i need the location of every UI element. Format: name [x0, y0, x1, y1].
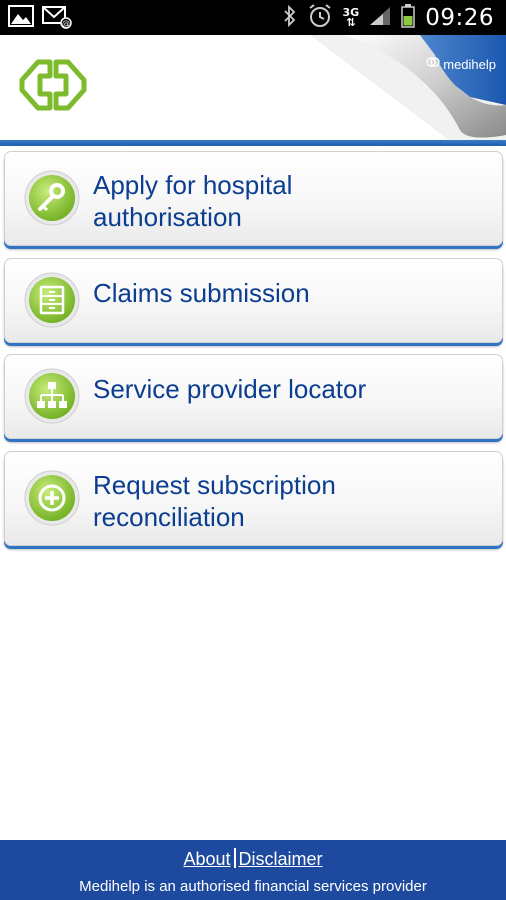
clock: 09:26: [425, 5, 494, 31]
email-icon: @: [42, 5, 72, 34]
svg-text:@: @: [62, 19, 70, 28]
menu-item-hospital-authorisation[interactable]: Apply for hospital authorisation: [4, 151, 503, 246]
alarm-icon: [307, 3, 333, 33]
page-curl-graphic: [310, 35, 506, 141]
network-hierarchy-icon: [23, 367, 81, 425]
disclaimer-link[interactable]: Disclaimer: [239, 849, 323, 869]
medihelp-logo-icon: [18, 56, 88, 114]
menu-label: Service provider locator: [93, 373, 482, 405]
footer-note: Medihelp is an authorised financial serv…: [79, 878, 427, 895]
bluetooth-icon: [283, 4, 297, 32]
menu-label-line1: Apply for hospital: [93, 170, 293, 200]
cabinet-icon: [23, 271, 81, 329]
battery-icon: [401, 3, 415, 33]
menu-label-line1: Request subscription: [93, 470, 336, 500]
menu-item-subscription-reconciliation[interactable]: Request subscription reconciliation: [4, 451, 503, 546]
menu-label: Request subscription reconciliation: [93, 469, 482, 533]
menu-item-service-provider-locator[interactable]: Service provider locator: [4, 354, 503, 439]
menu-label: Claims submission: [93, 277, 482, 309]
footer-separator: [233, 848, 236, 868]
footer-links: About Disclaimer: [0, 848, 506, 870]
menu-item-claims-submission[interactable]: Claims submission: [4, 258, 503, 343]
footer: About Disclaimer Medihelp is an authorise…: [0, 840, 506, 900]
gallery-icon: [8, 5, 34, 34]
menu-label-line1: Claims submission: [93, 278, 310, 308]
status-bar: @ 3G ⇅ 09:26: [0, 0, 506, 35]
network-type: 3G: [342, 6, 360, 19]
brand-name: medihelp: [443, 57, 496, 72]
header-divider: [0, 140, 506, 146]
about-link[interactable]: About: [183, 849, 230, 869]
brand-mark: medihelp: [426, 55, 496, 74]
medihelp-small-logo-icon: [426, 55, 440, 74]
menu-label-line2: authorisation: [93, 202, 242, 232]
plus-circle-icon: [23, 469, 81, 527]
menu-label-line1: Service provider locator: [93, 374, 367, 404]
menu-label: Apply for hospital authorisation: [93, 169, 482, 233]
menu-label-line2: reconciliation: [93, 502, 245, 532]
key-icon: [23, 169, 81, 227]
network-3g-icon: 3G ⇅: [342, 6, 360, 29]
signal-icon: [369, 6, 391, 31]
